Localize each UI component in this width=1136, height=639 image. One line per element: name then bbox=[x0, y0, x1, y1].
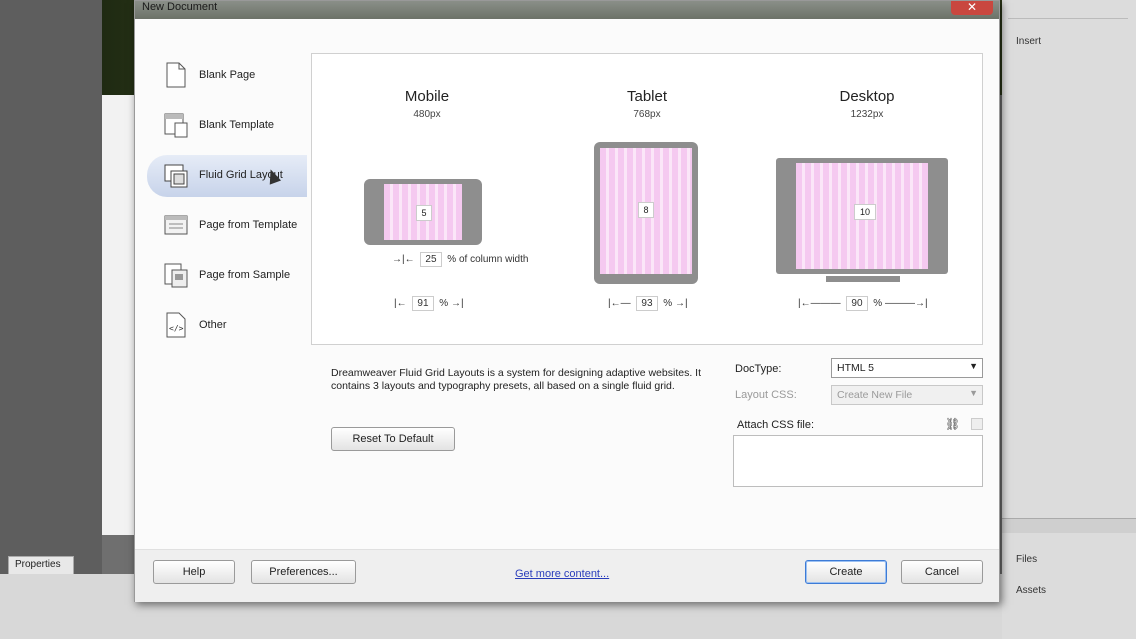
sidebar-item-blank-page[interactable]: Blank Page bbox=[147, 51, 307, 101]
files-panel-header bbox=[1002, 518, 1136, 533]
width-arrow-right-icon: ———→| bbox=[884, 298, 928, 309]
column-width-label: % of column width bbox=[447, 254, 529, 265]
fluid-grid-icon bbox=[164, 164, 188, 188]
code-file-icon: </> bbox=[166, 312, 186, 338]
sidebar-item-fluid-grid-layout[interactable]: Fluid Grid Layout bbox=[147, 151, 307, 201]
preferences-button[interactable]: Preferences... bbox=[251, 560, 356, 584]
create-button[interactable]: Create bbox=[805, 560, 887, 584]
cancel-button[interactable]: Cancel bbox=[901, 560, 983, 584]
desktop-column-header: Desktop 1232px bbox=[817, 88, 917, 120]
tablet-width-input[interactable]: 93 bbox=[636, 296, 658, 311]
attach-css-label: Attach CSS file: bbox=[737, 419, 815, 431]
tablet-width-row: |←— 93 % →| bbox=[608, 296, 688, 311]
mobile-column-width-row: →|← 25 % of column width bbox=[392, 252, 528, 267]
doctype-label: DocType: bbox=[735, 363, 782, 375]
panel-divider bbox=[1008, 18, 1128, 19]
chevron-down-icon: ▼ bbox=[969, 388, 978, 398]
tablet-column-header: Tablet 768px bbox=[602, 88, 692, 120]
width-arrow-left-icon: |←— bbox=[608, 298, 631, 309]
document-type-sidebar: Blank Page Blank Template Fluid Grid Lay… bbox=[147, 51, 307, 351]
link-icon[interactable]: ⛓ bbox=[945, 417, 960, 431]
desktop-width-input[interactable]: 90 bbox=[846, 296, 868, 311]
sidebar-item-label: Page from Template bbox=[199, 219, 298, 231]
width-arrow-right-icon: →| bbox=[674, 298, 688, 309]
sidebar-item-label: Blank Page bbox=[199, 69, 256, 81]
blank-template-icon bbox=[164, 113, 188, 138]
dialog-titlebar: New Document ✕ bbox=[135, 1, 999, 19]
mobile-width-input[interactable]: 91 bbox=[412, 296, 434, 311]
desktop-title: Desktop bbox=[839, 88, 895, 105]
attached-css-list[interactable] bbox=[733, 435, 983, 487]
desktop-device: 10 bbox=[776, 158, 948, 274]
sidebar-item-label: Page from Sample bbox=[199, 269, 291, 281]
layout-preview-panel: Mobile 480px 5 →|← 25 % of column width … bbox=[311, 53, 983, 345]
sidebar-item-page-from-sample[interactable]: Page from Sample bbox=[147, 251, 307, 301]
close-icon[interactable]: ✕ bbox=[951, 1, 993, 15]
doctype-select[interactable]: HTML 5 ▼ bbox=[831, 358, 983, 378]
tablet-columns-input[interactable]: 8 bbox=[638, 202, 654, 218]
mobile-columns-input[interactable]: 5 bbox=[416, 205, 432, 221]
blank-page-icon bbox=[166, 62, 186, 88]
svg-text:</>: </> bbox=[169, 324, 184, 333]
sidebar-item-label: Blank Template bbox=[199, 119, 275, 131]
reset-to-default-button[interactable]: Reset To Default bbox=[331, 427, 455, 451]
remove-icon[interactable] bbox=[971, 418, 983, 430]
desktop-size: 1232px bbox=[850, 109, 884, 120]
page-from-sample-icon bbox=[164, 263, 188, 288]
width-arrow-left-icon: |← bbox=[394, 298, 407, 309]
app-left-panel bbox=[0, 0, 102, 639]
sidebar-item-blank-template[interactable]: Blank Template bbox=[147, 101, 307, 151]
sidebar-item-other[interactable]: </> Other bbox=[147, 301, 307, 351]
page-from-template-icon bbox=[164, 215, 188, 235]
tablet-device: 8 bbox=[594, 142, 698, 284]
help-button[interactable]: Help bbox=[153, 560, 235, 584]
get-more-content-link[interactable]: Get more content... bbox=[515, 568, 609, 580]
mobile-title: Mobile bbox=[404, 88, 450, 105]
tablet-size: 768px bbox=[633, 109, 661, 120]
layout-css-select[interactable]: Create New File ▼ bbox=[831, 385, 983, 405]
desktop-stand bbox=[826, 276, 900, 282]
chevron-down-icon: ▼ bbox=[969, 361, 978, 371]
mobile-device: 5 bbox=[364, 179, 482, 245]
column-width-input[interactable]: 25 bbox=[420, 252, 442, 267]
mobile-width-row: |← 91 % →| bbox=[394, 296, 464, 311]
layout-css-label: Layout CSS: bbox=[735, 389, 797, 401]
sidebar-item-label: Other bbox=[199, 319, 227, 331]
width-arrow-right-icon: →| bbox=[450, 298, 464, 309]
insert-panel-tab[interactable]: Insert bbox=[1016, 36, 1041, 47]
assets-panel-tab[interactable]: Assets bbox=[1016, 585, 1046, 596]
properties-tab[interactable]: Properties bbox=[8, 556, 74, 574]
doctype-value: HTML 5 bbox=[837, 362, 874, 374]
new-document-dialog: New Document ✕ Blank Page Blank Template… bbox=[134, 0, 1000, 602]
layout-css-value: Create New File bbox=[837, 389, 913, 401]
width-arrow-left-icon: |←——— bbox=[798, 298, 841, 309]
sidebar-item-page-from-template[interactable]: Page from Template bbox=[147, 201, 307, 251]
percent-label: % bbox=[439, 298, 449, 309]
percent-label: % bbox=[663, 298, 673, 309]
files-panel-tab[interactable]: Files bbox=[1016, 554, 1037, 565]
desktop-columns-input[interactable]: 10 bbox=[854, 204, 876, 220]
dialog-title: New Document bbox=[142, 1, 218, 13]
desktop-width-row: |←——— 90 % ———→| bbox=[798, 296, 928, 311]
right-panel bbox=[1002, 0, 1136, 639]
gutter-arrow-icon: →|← bbox=[392, 254, 415, 265]
tablet-title: Tablet bbox=[626, 88, 668, 105]
mobile-column-header: Mobile 480px bbox=[382, 88, 472, 120]
mobile-size: 480px bbox=[413, 109, 441, 120]
percent-label: % bbox=[873, 298, 883, 309]
description-text: Dreamweaver Fluid Grid Layouts is a syst… bbox=[331, 367, 701, 392]
